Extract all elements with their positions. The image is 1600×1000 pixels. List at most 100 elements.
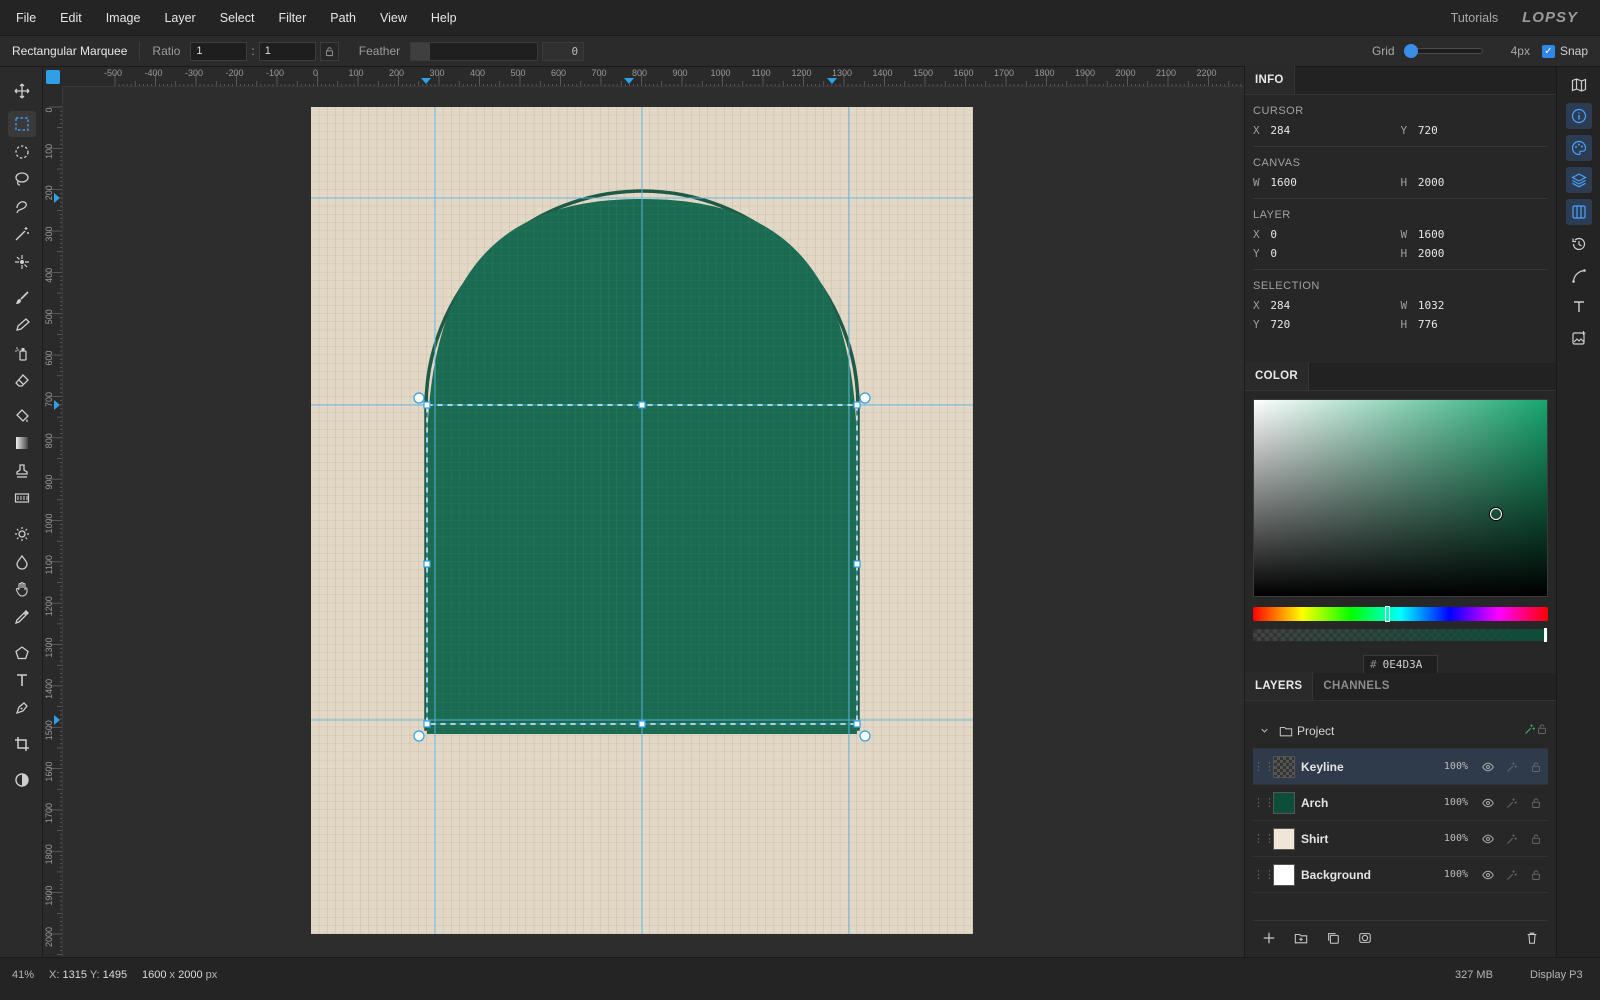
chevron-down-icon[interactable]	[1253, 725, 1275, 736]
edge-handle[interactable]	[853, 401, 861, 409]
feather-slider-thumb[interactable]	[411, 42, 431, 60]
zoom-level[interactable]: 41%	[12, 969, 34, 981]
corner-handle[interactable]	[859, 392, 871, 404]
guide-marker[interactable]	[421, 78, 431, 84]
layer-name[interactable]: Keyline	[1301, 760, 1434, 774]
image-adjust-button[interactable]	[1566, 325, 1592, 351]
pencil-tool[interactable]	[8, 312, 36, 338]
dodge-tool[interactable]	[8, 521, 36, 547]
menu-image[interactable]: Image	[106, 11, 141, 25]
color-panel-button[interactable]	[1566, 135, 1592, 161]
color-saturation-value-picker[interactable]	[1253, 399, 1548, 597]
drag-handle-icon[interactable]: ⋮⋮	[1253, 832, 1275, 845]
eyedropper-tool[interactable]	[8, 604, 36, 630]
layer-row-keyline[interactable]: ⋮⋮ Keyline 100%	[1253, 749, 1548, 785]
grid-size-slider[interactable]	[1403, 44, 1483, 58]
edge-handle[interactable]	[423, 560, 431, 568]
eraser-tool[interactable]	[8, 367, 36, 393]
eye-icon[interactable]	[1476, 797, 1500, 809]
history-panel-button[interactable]	[1566, 231, 1592, 257]
hue-slider-knob[interactable]	[1385, 606, 1390, 622]
rect-marquee-tool[interactable]	[8, 111, 36, 137]
spray-tool[interactable]	[8, 340, 36, 366]
bucket-tool[interactable]	[8, 403, 36, 429]
layer-name[interactable]: Arch	[1301, 796, 1434, 810]
gradient-tool[interactable]	[8, 430, 36, 456]
lasso-tool[interactable]	[8, 166, 36, 192]
info-panel-button[interactable]	[1566, 103, 1592, 129]
ratio-height-input[interactable]	[258, 41, 316, 61]
group-fx-icon[interactable]	[1524, 723, 1536, 738]
document-canvas[interactable]	[311, 107, 973, 934]
edge-handle[interactable]	[638, 720, 646, 728]
menu-view[interactable]: View	[380, 11, 407, 25]
ellipse-marquee-tool[interactable]	[8, 139, 36, 165]
eye-icon[interactable]	[1476, 761, 1500, 773]
group-lock-icon[interactable]	[1536, 723, 1548, 738]
layer-row-background[interactable]: ⋮⋮ Background 100%	[1253, 857, 1548, 893]
feather-slider[interactable]	[410, 41, 539, 61]
layer-name[interactable]: Background	[1301, 868, 1434, 882]
fx-icon[interactable]	[1500, 833, 1524, 845]
horizontal-ruler[interactable]: -500 -400 -300 -200 -100 0 100 200 300 400 500 600 7…	[63, 67, 1244, 87]
drag-handle-icon[interactable]: ⋮⋮	[1253, 760, 1275, 773]
brush-tool[interactable]	[8, 285, 36, 311]
lock-icon[interactable]	[1524, 833, 1548, 845]
add-mask-button[interactable]	[1349, 926, 1381, 950]
tutorials-link[interactable]: Tutorials	[1451, 11, 1498, 25]
alpha-slider-knob[interactable]	[1544, 628, 1547, 642]
pattern-tool[interactable]	[8, 485, 36, 511]
new-group-button[interactable]	[1285, 926, 1317, 950]
menu-help[interactable]: Help	[431, 11, 457, 25]
layer-name[interactable]: Shirt	[1301, 832, 1434, 846]
lock-icon[interactable]	[1524, 869, 1548, 881]
grid-slider-knob[interactable]	[1403, 44, 1418, 58]
fx-icon[interactable]	[1500, 797, 1524, 809]
hue-slider[interactable]	[1253, 606, 1548, 622]
layer-opacity[interactable]: 100%	[1434, 869, 1468, 880]
magic-wand-tool[interactable]	[8, 221, 36, 247]
eye-icon[interactable]	[1476, 869, 1500, 881]
menu-select[interactable]: Select	[220, 11, 255, 25]
pen-tool[interactable]	[8, 695, 36, 721]
menu-layer[interactable]: Layer	[164, 11, 195, 25]
text-tool[interactable]	[8, 667, 36, 693]
duplicate-layer-button[interactable]	[1317, 926, 1349, 950]
stamp-tool[interactable]	[8, 458, 36, 484]
add-layer-button[interactable]	[1253, 926, 1285, 950]
layer-group-project[interactable]: Project	[1253, 713, 1548, 749]
delete-layer-button[interactable]	[1516, 926, 1548, 950]
layer-opacity[interactable]: 100%	[1434, 761, 1468, 772]
alpha-slider[interactable]	[1253, 628, 1548, 642]
edge-handle[interactable]	[853, 560, 861, 568]
channels-panel-button[interactable]	[1566, 199, 1592, 225]
paths-panel-button[interactable]	[1566, 263, 1592, 289]
tab-channels[interactable]: CHANNELS	[1313, 672, 1399, 700]
layer-row-arch[interactable]: ⋮⋮ Arch 100%	[1253, 785, 1548, 821]
fx-icon[interactable]	[1500, 869, 1524, 881]
edge-handle[interactable]	[423, 401, 431, 409]
ruler-corner[interactable]	[43, 67, 63, 87]
tab-color[interactable]: COLOR	[1245, 362, 1310, 390]
layers-panel-button[interactable]	[1566, 167, 1592, 193]
vertical-ruler[interactable]: 0 100 200 300 400 500 600 700 800 900 1000 1100 1200…	[43, 87, 63, 957]
lock-icon[interactable]	[1524, 797, 1548, 809]
spot-heal-tool[interactable]	[8, 249, 36, 275]
edge-handle[interactable]	[423, 720, 431, 728]
hand-tool[interactable]	[8, 576, 36, 602]
eye-icon[interactable]	[1476, 833, 1500, 845]
corner-handle[interactable]	[859, 730, 871, 742]
menu-edit[interactable]: Edit	[60, 11, 82, 25]
guide-marker[interactable]	[624, 78, 634, 84]
guide-marker[interactable]	[54, 715, 60, 725]
edge-handle[interactable]	[853, 720, 861, 728]
layer-opacity[interactable]: 100%	[1434, 797, 1468, 808]
snap-checkbox[interactable]: ✓	[1541, 44, 1555, 58]
move-tool[interactable]	[8, 78, 36, 104]
menu-file[interactable]: File	[16, 11, 36, 25]
menu-path[interactable]: Path	[330, 11, 356, 25]
corner-handle[interactable]	[413, 730, 425, 742]
guide-marker[interactable]	[54, 400, 60, 410]
color-picker-cursor[interactable]	[1490, 508, 1502, 520]
layer-group-name[interactable]: Project	[1297, 724, 1524, 738]
